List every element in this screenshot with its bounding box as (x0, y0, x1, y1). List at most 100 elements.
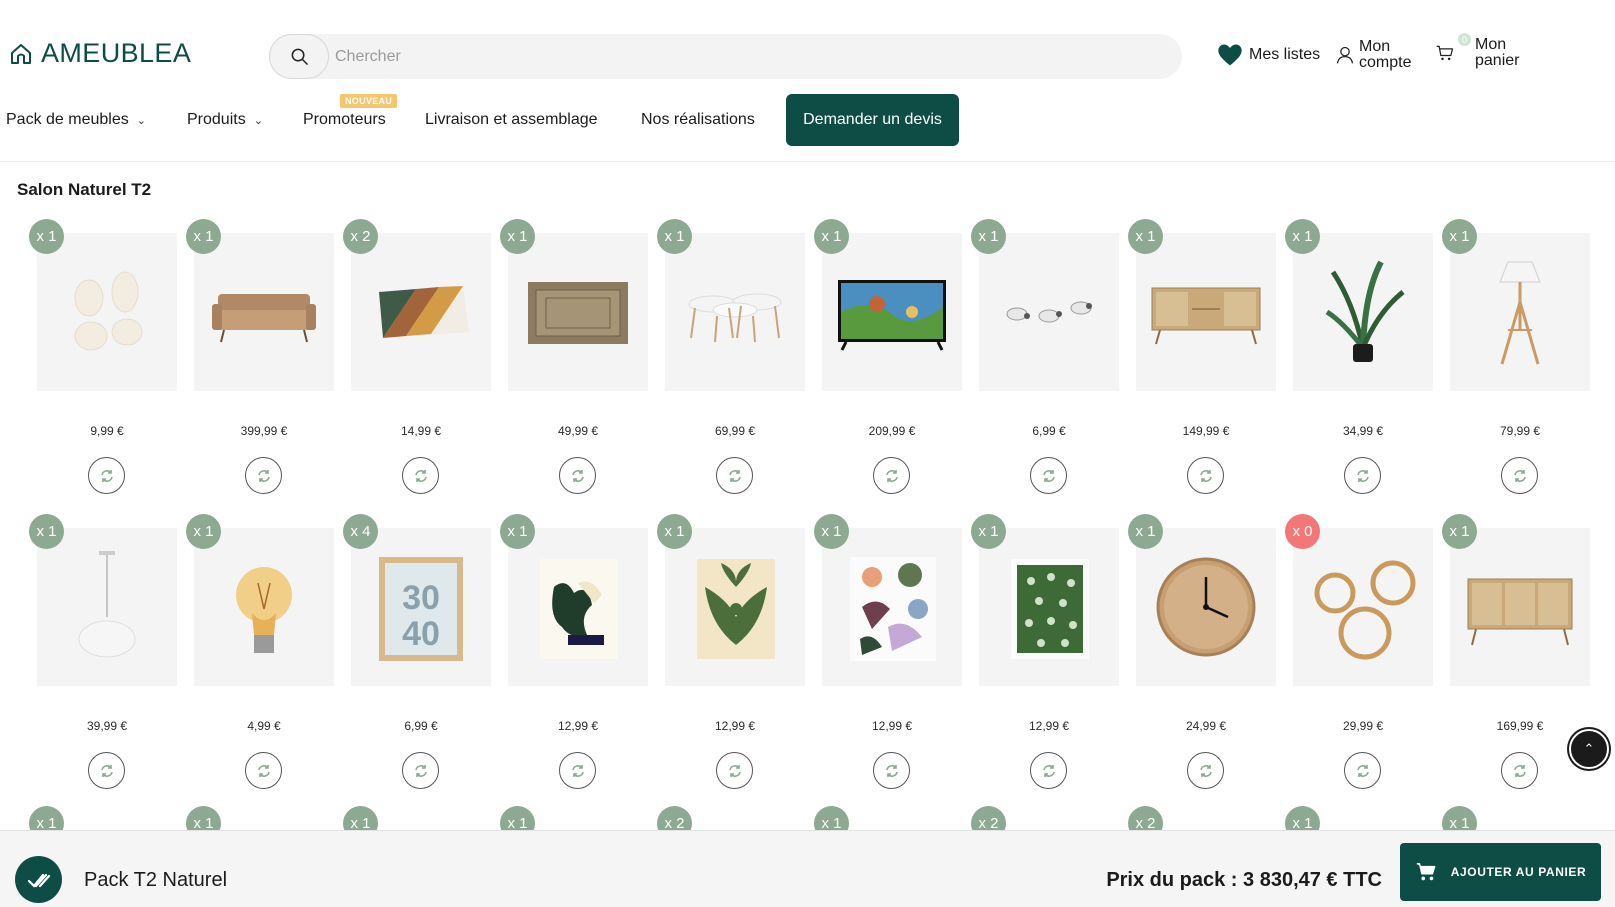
product-image[interactable] (194, 528, 334, 686)
my-lists-link[interactable]: Mes listes (1215, 41, 1320, 69)
swap-icon (257, 469, 270, 482)
product-image[interactable] (979, 233, 1119, 391)
quantity-badge[interactable]: x 1 (186, 514, 221, 549)
product-image[interactable] (351, 233, 491, 391)
account-link[interactable]: Mon compte (1335, 39, 1411, 71)
swap-icon (1356, 469, 1369, 482)
swap-product-button[interactable] (1030, 457, 1067, 494)
swap-product-button[interactable] (402, 457, 439, 494)
swap-product-button[interactable] (873, 457, 910, 494)
quantity-badge[interactable]: x 2 (343, 219, 378, 254)
product-image[interactable] (508, 233, 648, 391)
quantity-badge[interactable]: x 1 (1128, 219, 1163, 254)
product-image[interactable] (1450, 528, 1590, 686)
leaf-poster-icon (697, 559, 775, 659)
product-image[interactable] (1450, 233, 1590, 391)
product-image[interactable] (37, 528, 177, 686)
quantity-badge[interactable]: x 1 (1285, 219, 1320, 254)
product-image[interactable] (979, 528, 1119, 686)
product-price: 149,99 € (1182, 424, 1230, 438)
product-image[interactable] (508, 528, 648, 686)
quantity-badge[interactable]: x 4 (343, 514, 378, 549)
nav-item-livraison[interactable]: Livraison et assemblage (425, 94, 598, 146)
frame-size-text: 30 (402, 579, 440, 617)
my-lists-label: Mes listes (1249, 46, 1321, 63)
swap-product-button[interactable] (1030, 752, 1067, 789)
ring-mirrors-icon (1314, 560, 1416, 660)
product-image[interactable] (1293, 233, 1433, 391)
swap-product-button[interactable] (873, 752, 910, 789)
scroll-top-button[interactable]: ⌃ (1569, 729, 1609, 769)
request-quote-button[interactable]: Demander un devis (786, 94, 959, 146)
quantity-badge[interactable]: x 1 (657, 219, 692, 254)
swap-product-button[interactable] (559, 752, 596, 789)
quantity-badge[interactable]: x 1 (971, 514, 1006, 549)
swap-product-button[interactable] (88, 457, 125, 494)
product-image[interactable] (665, 233, 805, 391)
swap-product-button[interactable] (1187, 457, 1224, 494)
swap-icon (728, 469, 741, 482)
swap-product-button[interactable] (1501, 752, 1538, 789)
product-image[interactable] (665, 528, 805, 686)
nav-item-produits[interactable]: Produits ⌄ (187, 94, 263, 146)
product-card: x 1 399,99 € (186, 219, 334, 494)
new-badge: NOUVEAU (340, 94, 398, 108)
product-price: 209,99 € (868, 424, 916, 438)
product-image[interactable] (822, 233, 962, 391)
swap-product-button[interactable] (402, 752, 439, 789)
quantity-badge[interactable]: x 1 (186, 219, 221, 254)
quantity-badge[interactable]: x 1 (1442, 219, 1477, 254)
cart-link[interactable]: Mon panier (1435, 37, 1519, 69)
pack-badge (15, 856, 62, 903)
cart-label-line2: panier (1475, 52, 1520, 69)
tv-cabinet-icon (1151, 287, 1261, 345)
quantity-badge[interactable]: x 1 (971, 219, 1006, 254)
quantity-badge[interactable]: x 1 (1128, 514, 1163, 549)
quantity-badge[interactable]: x 1 (500, 219, 535, 254)
nav-item-realisations[interactable]: Nos réalisations (641, 94, 755, 146)
swap-product-button[interactable] (245, 752, 282, 789)
quantity-badge[interactable]: x 1 (29, 514, 64, 549)
product-image[interactable] (37, 233, 177, 391)
swap-product-button[interactable] (716, 752, 753, 789)
product-card: x 1 79,99 € (1442, 219, 1590, 494)
rug-icon (528, 282, 628, 344)
swap-product-button[interactable] (716, 457, 753, 494)
swap-product-button[interactable] (1344, 752, 1381, 789)
swap-product-button[interactable] (559, 457, 596, 494)
product-price: 24,99 € (1185, 719, 1227, 733)
product-card: x 1 69,99 € (657, 219, 805, 494)
product-card: x 1 12,99 € (500, 514, 648, 789)
quantity-badge[interactable]: x 1 (29, 219, 64, 254)
search-input[interactable] (329, 47, 1149, 66)
nav-item-pack-de-meubles[interactable]: Pack de meubles ⌄ (6, 94, 146, 146)
product-image[interactable]: 30 40 (351, 528, 491, 686)
product-image[interactable] (1136, 233, 1276, 391)
product-image[interactable] (822, 528, 962, 686)
swap-product-button[interactable] (1501, 457, 1538, 494)
product-card: x 1 149,99 € (1128, 219, 1276, 494)
product-card: x 1 6,99 € (971, 219, 1119, 494)
search-button[interactable] (269, 34, 329, 79)
swap-product-button[interactable] (245, 457, 282, 494)
product-image[interactable] (194, 233, 334, 391)
quantity-badge[interactable]: x 1 (814, 219, 849, 254)
quantity-badge[interactable]: x 1 (814, 514, 849, 549)
add-to-cart-button[interactable]: AJOUTER AU PANIER (1400, 843, 1601, 901)
swap-icon (1356, 764, 1369, 777)
quantity-badge[interactable]: x 1 (657, 514, 692, 549)
quantity-badge[interactable]: x 0 (1285, 514, 1320, 549)
product-price: 6,99 € (1032, 424, 1066, 438)
quantity-badge[interactable]: x 1 (1442, 514, 1477, 549)
product-image[interactable] (1136, 528, 1276, 686)
swap-icon (1042, 469, 1055, 482)
swap-product-button[interactable] (1187, 752, 1224, 789)
brand-logo[interactable]: AMEUBLEA (9, 38, 191, 69)
product-card: x 1 169,99 € (1442, 514, 1590, 789)
nav-label: Pack de meubles (6, 111, 129, 128)
product-image[interactable] (1293, 528, 1433, 686)
swap-product-button[interactable] (1344, 457, 1381, 494)
pack-summary-bar: Pack T2 Naturel Prix du pack : 3 830,47 … (0, 830, 1615, 907)
swap-product-button[interactable] (88, 752, 125, 789)
quantity-badge[interactable]: x 1 (500, 514, 535, 549)
